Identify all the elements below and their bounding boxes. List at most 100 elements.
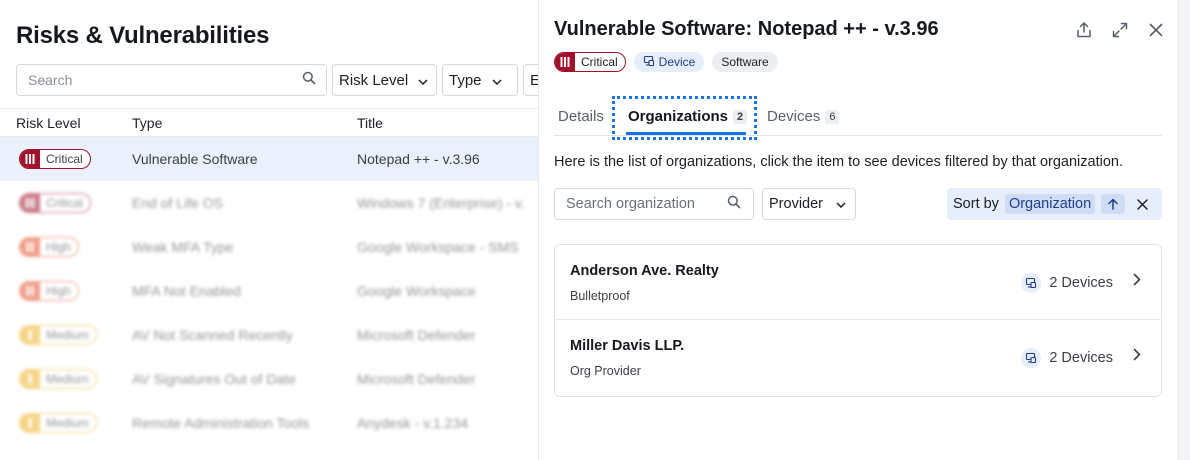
row-type: Weak MFA Type: [132, 239, 234, 255]
sort-label: Sort by: [953, 196, 999, 212]
row-title: Microsoft Defender: [357, 371, 476, 387]
table-row[interactable]: Critical Vulnerable Software Notepad ++ …: [0, 137, 538, 181]
detail-title: Vulnerable Software: Notepad ++ - v.3.96: [554, 18, 939, 40]
device-icon: [1021, 273, 1042, 293]
organization-provider: Bulletproof: [570, 289, 630, 303]
tab-devices[interactable]: Devices 6: [767, 108, 840, 125]
search-icon: [727, 195, 741, 213]
type-filter-label: Type: [449, 71, 482, 89]
risk-label: High: [46, 284, 71, 298]
risk-label: Medium: [46, 416, 89, 430]
tab-details-label: Details: [558, 108, 604, 125]
organization-name: Miller Davis LLP.: [570, 338, 685, 354]
device-count: 2 Devices: [1049, 350, 1113, 366]
table-row[interactable]: Medium Remote Administration Tools Anyde…: [0, 401, 538, 445]
chevron-down-icon: [836, 196, 846, 212]
organization-list: Anderson Ave. Realty Bulletproof 2 Devic…: [554, 244, 1162, 397]
chevron-right-icon: [1133, 348, 1141, 366]
medium-level-icon: [20, 326, 40, 344]
chevron-right-icon: [1133, 273, 1141, 291]
tab-devices-label: Devices: [767, 108, 821, 125]
medium-level-icon: [20, 370, 40, 388]
table-row[interactable]: High Weak MFA Type Google Workspace - SM…: [0, 225, 538, 269]
row-type: AV Signatures Out of Date: [132, 371, 296, 387]
tab-organizations[interactable]: Organizations 2: [628, 108, 748, 125]
sort-field[interactable]: Organization: [1004, 194, 1096, 214]
chevron-down-icon: [492, 72, 502, 89]
expand-icon[interactable]: [1110, 20, 1130, 40]
detail-actions: [1074, 20, 1166, 40]
table-row[interactable]: Medium AV Not Scanned Recently Microsoft…: [0, 313, 538, 357]
risk-level-filter-label: Risk Level: [339, 71, 409, 89]
detail-tags: Critical Device Software: [554, 52, 778, 72]
device-icon: [1021, 348, 1042, 368]
search-placeholder: Search: [28, 72, 73, 88]
risk-badge-high: High: [19, 281, 79, 301]
risk-level-filter[interactable]: Risk Level: [332, 64, 437, 96]
chevron-down-icon: [418, 72, 428, 89]
provider-filter[interactable]: Provider: [762, 188, 856, 220]
organization-search-placeholder: Search organization: [566, 196, 695, 212]
device-count: 2 Devices: [1049, 275, 1113, 291]
list-item[interactable]: Miller Davis LLP. Org Provider 2 Devices: [555, 320, 1161, 396]
risk-label: High: [46, 240, 71, 254]
env-filter[interactable]: En: [523, 64, 538, 96]
list-item[interactable]: Anderson Ave. Realty Bulletproof 2 Devic…: [555, 245, 1161, 320]
table-row[interactable]: High MFA Not Enabled Google Workspace: [0, 269, 538, 313]
critical-tag: Critical: [554, 52, 626, 72]
table-row[interactable]: Medium AV Signatures Out of Date Microso…: [0, 357, 538, 401]
table-header: Risk Level Type Title: [0, 108, 538, 137]
row-type: Remote Administration Tools: [132, 415, 310, 431]
search-icon: [302, 71, 316, 90]
filter-bar: Search Risk Level Type En: [16, 64, 538, 96]
risk-badge-critical: Critical: [19, 149, 91, 169]
organization-devices: 2 Devices: [1021, 348, 1113, 368]
table-row[interactable]: Critical End of Life OS Windows 7 (Enter…: [0, 181, 538, 225]
row-title: Windows 7 (Enterprise) - v.: [357, 195, 525, 211]
critical-level-icon: [20, 150, 40, 168]
row-title: Google Workspace: [357, 283, 476, 299]
organization-provider: Org Provider: [570, 364, 641, 378]
close-icon[interactable]: [1137, 198, 1148, 210]
high-level-icon: [20, 238, 40, 256]
search-input[interactable]: Search: [16, 64, 327, 96]
row-type: End of Life OS: [132, 195, 224, 211]
column-type[interactable]: Type: [132, 115, 162, 131]
type-filter[interactable]: Type: [442, 64, 518, 96]
tab-details[interactable]: Details: [558, 108, 604, 125]
risk-badge-high: High: [19, 237, 79, 257]
critical-level-icon: [555, 53, 575, 71]
sort-control: Sort by Organization: [947, 188, 1162, 220]
column-title[interactable]: Title: [357, 115, 383, 131]
provider-filter-label: Provider: [769, 196, 823, 212]
risk-label: Critical: [46, 152, 83, 166]
risk-badge-critical: Critical: [19, 193, 91, 213]
risks-list-panel: Risks & Vulnerabilities Search Risk Leve…: [0, 0, 539, 460]
row-type: MFA Not Enabled: [132, 283, 241, 299]
scrollbar[interactable]: [1178, 0, 1190, 460]
organization-name: Anderson Ave. Realty: [570, 263, 719, 279]
software-tag: Software: [712, 52, 778, 72]
risk-badge-medium: Medium: [19, 413, 97, 433]
column-risk-level[interactable]: Risk Level: [16, 115, 81, 131]
risk-badge-medium: Medium: [19, 325, 97, 345]
row-title: Notepad ++ - v.3.96: [357, 151, 480, 167]
risk-label: Critical: [46, 196, 83, 210]
organization-search-input[interactable]: Search organization: [554, 188, 754, 220]
tab-devices-count: 6: [825, 109, 840, 124]
table-body: Critical Vulnerable Software Notepad ++ …: [0, 137, 538, 445]
risk-label: Medium: [46, 372, 89, 386]
env-filter-label: En: [530, 72, 538, 89]
row-type: Vulnerable Software: [132, 151, 258, 167]
arrow-up-icon[interactable]: [1101, 194, 1126, 214]
close-icon[interactable]: [1146, 20, 1166, 40]
tab-organizations-label: Organizations: [628, 108, 729, 125]
page-title: Risks & Vulnerabilities: [16, 22, 270, 49]
detail-panel: Vulnerable Software: Notepad ++ - v.3.96…: [540, 0, 1178, 460]
share-icon[interactable]: [1074, 20, 1094, 40]
risk-badge-medium: Medium: [19, 369, 97, 389]
row-title: Anydesk - v.1.234: [357, 415, 469, 431]
row-type: AV Not Scanned Recently: [132, 327, 293, 343]
tab-organizations-count: 2: [733, 109, 748, 124]
medium-level-icon: [20, 414, 40, 432]
